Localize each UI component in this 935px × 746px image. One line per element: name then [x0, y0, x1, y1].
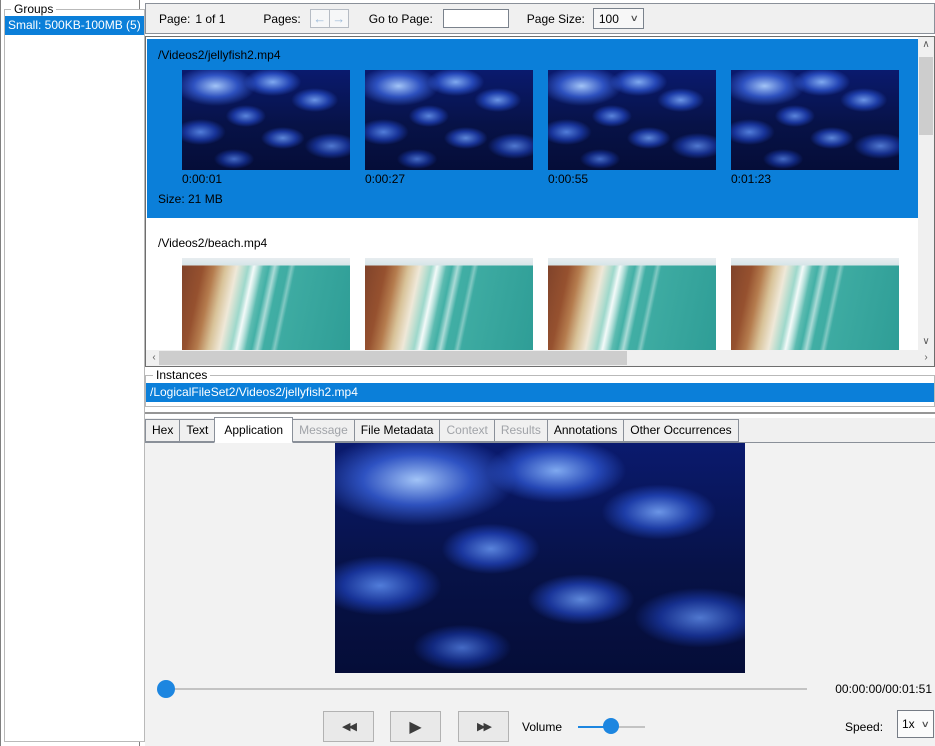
thumbnail-cell: 0:00:01: [182, 70, 350, 186]
beach-frame-thumbnail[interactable]: [548, 258, 716, 358]
tab-results: Results: [494, 419, 548, 442]
vertical-scrollbar[interactable]: ∧ ∨: [918, 37, 934, 350]
chevron-down-icon: ∨: [630, 13, 639, 24]
frame-timestamp: 0:00:01: [182, 172, 350, 186]
jellyfish-frame-thumbnail[interactable]: [182, 70, 350, 170]
video-filename: /Videos2/jellyfish2.mp4: [147, 39, 919, 62]
beach-frame-thumbnail[interactable]: [182, 258, 350, 358]
thumbnail-cell: 0:01:23: [731, 70, 899, 186]
scroll-right-button[interactable]: ›: [918, 350, 934, 366]
thumbnail-cell: [365, 258, 533, 358]
previous-page-button[interactable]: ←: [310, 9, 330, 28]
scroll-right-icon: ›: [924, 353, 927, 363]
thumbnail-cell: 0:00:55: [548, 70, 716, 186]
groups-fieldset: Groups Small: 500KB-100MB (5): [4, 2, 145, 742]
speed-dropdown[interactable]: 1x ∨: [897, 710, 934, 738]
horizontal-splitter[interactable]: [145, 412, 935, 414]
media-player-pane: 00:00:00/00:01:51 ◀◀ ▶ ▶▶ Volume Speed: …: [145, 443, 935, 746]
progress-slider-track[interactable]: [165, 688, 807, 690]
frame-timestamp: 0:01:23: [731, 172, 899, 186]
tab-message: Message: [292, 419, 355, 442]
group-item-small[interactable]: Small: 500KB-100MB (5): [5, 16, 144, 35]
play-icon: ▶: [409, 717, 421, 737]
instance-item-jellyfish2[interactable]: /LogicalFileSet2/Videos2/jellyfish2.mp4: [146, 383, 934, 402]
image-gallery-window: Groups Small: 500KB-100MB (5) Page: 1 of…: [0, 0, 935, 746]
speed-value: 1x: [902, 717, 915, 731]
fast-forward-icon: ▶▶: [477, 720, 490, 733]
video-row-jellyfish2[interactable]: /Videos2/jellyfish2.mp4 0:00:01 0:00:27 …: [147, 39, 919, 218]
page-nav-buttons: ← →: [310, 9, 349, 28]
tab-context: Context: [439, 419, 494, 442]
tab-other-occurrences[interactable]: Other Occurrences: [623, 419, 738, 442]
jellyfish-frame-thumbnail[interactable]: [548, 70, 716, 170]
thumbnail-cell: [731, 258, 899, 358]
tab-annotations[interactable]: Annotations: [547, 419, 624, 442]
arrow-left-icon: ←: [313, 12, 326, 25]
paging-toolbar: Page: 1 of 1 Pages: ← → Go to Page: Page…: [145, 3, 935, 34]
goto-page-input[interactable]: [443, 9, 509, 28]
jellyfish-frame-thumbnail[interactable]: [365, 70, 533, 170]
scroll-left-icon: ‹: [152, 353, 155, 363]
video-thumbnail-browser: /Videos2/jellyfish2.mp4 0:00:01 0:00:27 …: [145, 36, 935, 367]
goto-page-label: Go to Page:: [369, 12, 433, 26]
fast-forward-button[interactable]: ▶▶: [458, 711, 509, 742]
playback-time-label: 00:00:00/00:01:51: [805, 682, 932, 696]
thumbnail-cell: [182, 258, 350, 358]
instances-panel: Instances /LogicalFileSet2/Videos2/jelly…: [145, 368, 935, 407]
arrow-right-icon: →: [332, 12, 345, 25]
page-size-value: 100: [599, 12, 619, 26]
tab-text[interactable]: Text: [179, 419, 215, 442]
rewind-button[interactable]: ◀◀: [323, 711, 374, 742]
page-label: Page:: [159, 12, 190, 26]
page-value: 1 of 1: [195, 12, 225, 26]
tab-hex[interactable]: Hex: [145, 419, 180, 442]
file-size-label: Size: 21 MB: [158, 192, 919, 206]
groups-title: Groups: [11, 2, 56, 16]
scroll-up-icon: ∧: [922, 40, 929, 50]
instances-title: Instances: [153, 368, 210, 382]
beach-frame-thumbnail[interactable]: [731, 258, 899, 358]
speed-label: Speed:: [845, 720, 883, 734]
horizontal-scrollbar[interactable]: ‹ ›: [146, 350, 934, 366]
progress-slider-thumb[interactable]: [157, 680, 175, 698]
horizontal-scrollbar-thumb[interactable]: [159, 351, 627, 365]
thumbnail-cell: 0:00:27: [365, 70, 533, 186]
tab-file-metadata[interactable]: File Metadata: [354, 419, 441, 442]
scroll-down-icon: ∨: [922, 337, 929, 347]
video-display[interactable]: [335, 443, 745, 673]
vertical-scrollbar-thumb[interactable]: [919, 57, 933, 135]
jellyfish-frame-thumbnail[interactable]: [731, 70, 899, 170]
thumbnail-cell: [548, 258, 716, 358]
scroll-down-button[interactable]: ∨: [918, 334, 934, 350]
video-filename: /Videos2/beach.mp4: [147, 222, 919, 250]
page-size-label: Page Size:: [527, 12, 585, 26]
beach-frame-thumbnail[interactable]: [365, 258, 533, 358]
content-viewer-tabs: Hex Text Application Message File Metada…: [145, 418, 935, 443]
play-button[interactable]: ▶: [390, 711, 441, 742]
pages-label: Pages:: [263, 12, 300, 26]
groups-sidebar: Groups Small: 500KB-100MB (5): [0, 0, 140, 746]
frame-timestamp: 0:00:27: [365, 172, 533, 186]
rewind-icon: ◀◀: [342, 720, 355, 733]
next-page-button[interactable]: →: [329, 9, 349, 28]
video-row-beach[interactable]: /Videos2/beach.mp4: [147, 222, 919, 366]
volume-label: Volume: [522, 720, 562, 734]
frame-timestamp: 0:00:55: [548, 172, 716, 186]
page-size-dropdown[interactable]: 100 ∨: [593, 8, 644, 29]
volume-slider-thumb[interactable]: [603, 718, 619, 734]
tab-application[interactable]: Application: [214, 417, 293, 443]
thumbnail-strip: 0:00:01 0:00:27 0:00:55 0:01:23: [182, 70, 919, 186]
chevron-down-icon: ∨: [921, 719, 930, 730]
scroll-up-button[interactable]: ∧: [918, 37, 934, 53]
thumbnail-strip: [182, 258, 919, 358]
